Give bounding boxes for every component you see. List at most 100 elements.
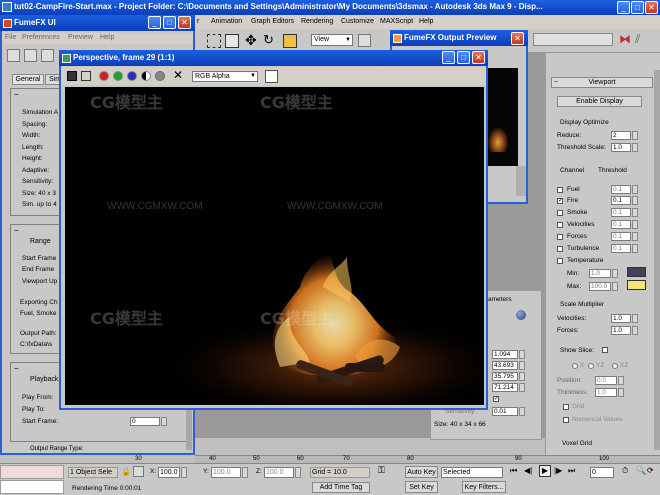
fuel-checkbox[interactable] [557, 187, 563, 193]
set-key-button[interactable]: Set Key [405, 481, 438, 493]
output-preview-scrollbar[interactable] [516, 166, 526, 196]
position-spinner[interactable] [618, 376, 624, 385]
select-window-icon[interactable] [225, 34, 239, 48]
threshold-scale-field[interactable]: 1.0 [611, 143, 631, 152]
blue-channel-icon[interactable] [127, 71, 137, 81]
tab-general[interactable]: General [12, 74, 44, 85]
view-dropdown[interactable]: View ▼ [311, 34, 353, 46]
current-frame-field[interactable]: 0 [590, 467, 614, 478]
fumefx-menu-help[interactable]: Help [100, 34, 114, 41]
output-preview-close-button[interactable]: ✕ [511, 32, 524, 45]
thickness-field[interactable]: 1.0 [595, 388, 617, 397]
param-spinner-2[interactable] [519, 361, 525, 370]
fumefx-menu-preview[interactable]: Preview [68, 34, 93, 41]
param-spinner-1[interactable] [519, 350, 525, 359]
absolute-mode-icon[interactable] [133, 466, 144, 477]
adaptive-checkbox[interactable]: ✓ [493, 396, 499, 402]
channel-dropdown[interactable]: RGB Alpha ▼ [192, 71, 258, 82]
save-bitmap-icon[interactable] [67, 71, 77, 81]
command-panel-scrollbar[interactable] [654, 70, 660, 450]
go-to-start-icon[interactable]: ⏮ [510, 466, 517, 476]
param-spinner-4[interactable] [519, 383, 525, 392]
align-icon[interactable]: ⫽ [635, 32, 640, 47]
key-icon[interactable]: ⚿ [378, 465, 385, 476]
maxscript-listener-2[interactable] [0, 480, 64, 494]
velocities-checkbox[interactable] [557, 222, 563, 228]
next-frame-icon[interactable]: |▶ [554, 466, 562, 475]
position-field[interactable]: 0.0 [595, 376, 617, 385]
smoke-threshold-field[interactable]: 0.1 [611, 208, 631, 217]
time-config-icon[interactable]: ⏱ [622, 466, 628, 476]
param-field-2[interactable]: 43.693 [492, 361, 518, 370]
clear-icon[interactable]: ✕ [173, 68, 183, 82]
x-coord-field[interactable]: 100.0 [158, 467, 180, 478]
reduce-spinner[interactable] [632, 131, 638, 140]
param-field-4[interactable]: 71.214 [492, 383, 518, 392]
mono-channel-icon[interactable] [155, 71, 165, 81]
fumefx-minimize-button[interactable]: _ [148, 16, 161, 29]
reduce-field[interactable]: 2 [611, 131, 631, 140]
axis-radio-x[interactable] [572, 363, 578, 369]
selected-dropdown[interactable]: Selected [441, 467, 503, 478]
snap-icon[interactable] [358, 34, 371, 47]
output-preview-title-bar[interactable]: FumeFX Output Preview [390, 30, 528, 46]
range-collapse-icon[interactable]: − [14, 226, 19, 235]
start-frame-spinner[interactable] [161, 417, 167, 426]
fumefx-toolbar-icon-3[interactable] [41, 49, 54, 62]
add-time-tag-button[interactable]: Add Time Tag [312, 482, 370, 493]
fuel-threshold-spinner[interactable] [632, 185, 638, 194]
temperature-checkbox[interactable] [557, 258, 563, 264]
main-minimize-button[interactable]: _ [617, 1, 630, 14]
fumefx-menu-preferences[interactable]: Preferences [22, 34, 60, 41]
forces-multiplier-field[interactable]: 1.0 [611, 326, 631, 335]
smoke-threshold-spinner[interactable] [632, 208, 638, 217]
key-filters-button[interactable]: Key Filters... [462, 481, 506, 493]
alpha-channel-icon[interactable] [141, 71, 151, 81]
rotate-icon[interactable]: ↻ [263, 32, 274, 48]
sensitivity-field[interactable]: 0.01 [492, 407, 518, 416]
mirror-icon[interactable]: ⧓ [619, 32, 631, 46]
zoom-icon[interactable]: 🔍 [636, 466, 646, 475]
fumefx-toolbar-icon-2[interactable] [24, 49, 37, 62]
min-spinner[interactable] [612, 269, 618, 278]
menu-item-maxscript[interactable]: MAXScript [380, 18, 413, 25]
output-path-value[interactable]: C:\fxData\s [20, 341, 52, 348]
menu-item-help[interactable]: Help [419, 18, 433, 25]
start-frame-field[interactable]: 0 [130, 417, 160, 426]
velocities-multiplier-spinner[interactable] [632, 314, 638, 323]
fire-checkbox[interactable]: ✓ [557, 198, 563, 204]
main-close-button[interactable]: ✕ [645, 1, 658, 14]
param-field-1[interactable]: 1.094 [492, 350, 518, 359]
menu-item-customize[interactable]: Customize [341, 18, 374, 25]
clone-frame-icon[interactable] [81, 71, 91, 81]
max-field[interactable]: 100.0 [589, 282, 611, 291]
velocities-threshold-field[interactable]: 0.1 [611, 220, 631, 229]
turbulence-threshold-spinner[interactable] [632, 244, 638, 253]
sphere-icon[interactable] [516, 310, 526, 320]
play-icon[interactable]: ▶ [539, 465, 551, 477]
forces-multiplier-spinner[interactable] [632, 326, 638, 335]
smoke-checkbox[interactable] [557, 210, 563, 216]
velocities-multiplier-field[interactable]: 1.0 [611, 314, 631, 323]
z-coord-field[interactable]: 100.0 [264, 467, 294, 478]
max-color-swatch[interactable] [627, 280, 646, 290]
green-channel-icon[interactable] [113, 71, 123, 81]
numerical-values-checkbox[interactable] [563, 417, 569, 423]
move-icon[interactable]: ✥ [245, 32, 257, 49]
y-coord-spinner[interactable] [242, 467, 248, 478]
y-coord-field[interactable]: 100.0 [211, 467, 241, 478]
menu-item-animation[interactable]: Animation [211, 18, 242, 25]
previous-frame-icon[interactable]: ◀| [524, 466, 532, 475]
min-color-swatch[interactable] [627, 267, 646, 277]
select-region-icon[interactable] [207, 34, 221, 48]
scale-icon[interactable] [283, 34, 297, 48]
fire-threshold-field[interactable]: 0.1 [611, 196, 631, 205]
max-spinner[interactable] [612, 282, 618, 291]
render-close-button[interactable]: ✕ [472, 51, 485, 64]
viewport-rollout-title[interactable]: − Viewport [551, 77, 653, 88]
lock-icon[interactable]: 🔒 [121, 467, 131, 476]
fumefx-toolbar-icon-1[interactable] [7, 49, 20, 62]
grid-checkbox[interactable] [563, 404, 569, 410]
z-coord-spinner[interactable] [295, 467, 301, 478]
orbit-icon[interactable]: ⟳ [647, 466, 654, 475]
